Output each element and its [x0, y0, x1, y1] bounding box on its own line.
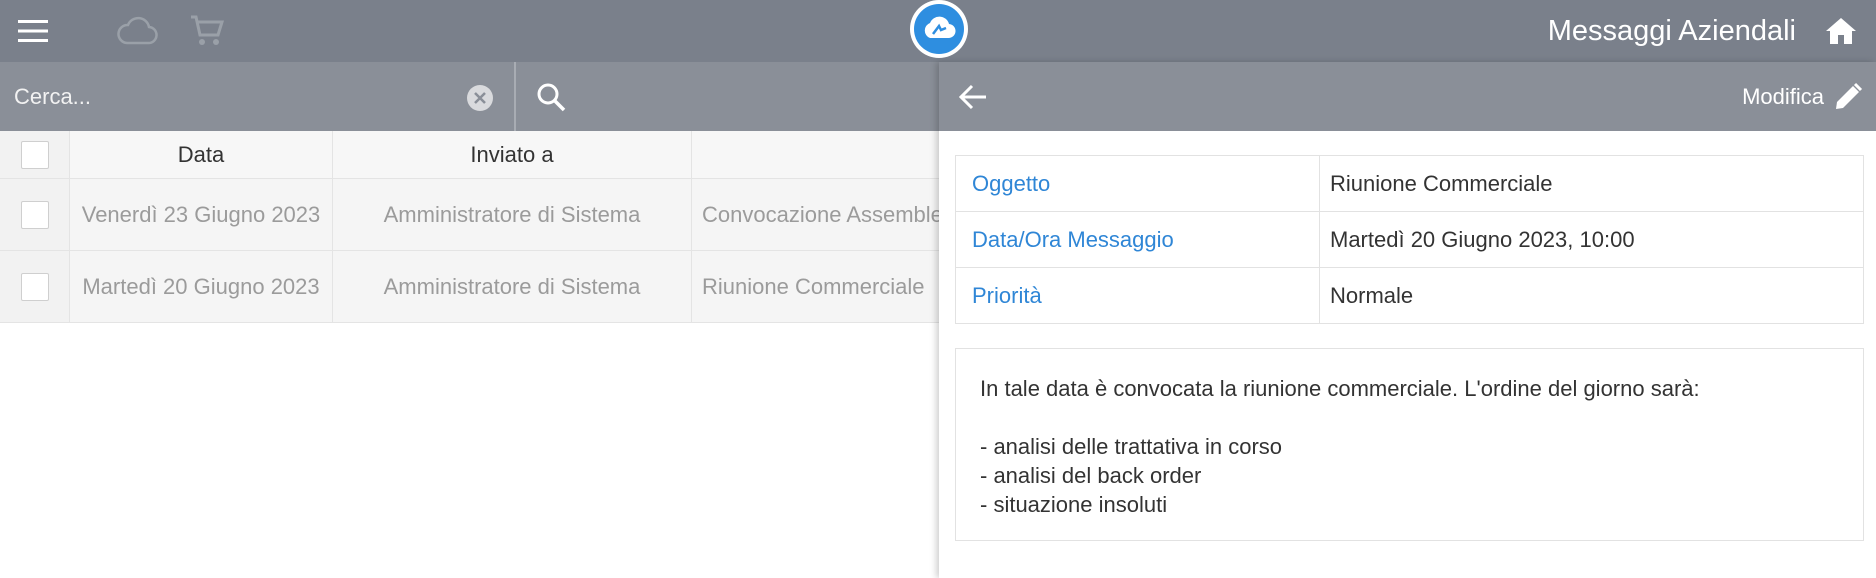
table-row[interactable]: Venerdì 23 Giugno 2023 Amministratore di… [0, 179, 939, 251]
shopping-cart-icon[interactable] [184, 8, 230, 54]
info-value: Normale [1330, 282, 1414, 308]
row-sent-to: Amministratore di Sistema [333, 251, 692, 322]
info-value: Martedì 20 Giugno 2023, 10:00 [1330, 226, 1635, 252]
cloud-outline-icon[interactable] [114, 8, 160, 54]
row-checkbox[interactable] [20, 272, 49, 301]
cloud-logo-icon[interactable] [910, 0, 968, 58]
edit-button-label: Modifica [1742, 84, 1824, 109]
select-all-checkbox[interactable] [20, 140, 49, 169]
search-icon[interactable] [532, 78, 570, 116]
clear-search-icon[interactable] [466, 84, 494, 112]
row-select-cell [0, 179, 70, 250]
top-bar: Messaggi Aziendali [0, 0, 1876, 62]
info-label: Oggetto [956, 156, 1320, 211]
row-subject: Convocazione Assemblea [702, 201, 939, 227]
logo-inner [914, 4, 964, 54]
message-info-table: Oggetto Riunione Commerciale Data/Ora Me… [955, 155, 1864, 324]
detail-toolbar: Modifica [939, 62, 1876, 131]
search-input[interactable] [0, 62, 514, 131]
info-row-subject: Oggetto Riunione Commerciale [956, 156, 1863, 212]
table-row[interactable]: Martedì 20 Giugno 2023 Amministratore di… [0, 251, 939, 323]
column-header-subject[interactable] [692, 131, 939, 178]
message-detail-panel: Modifica Oggetto Riunione Commerciale Da… [939, 62, 1876, 578]
select-all-cell [0, 131, 70, 178]
app-title: Messaggi Aziendali [1547, 15, 1796, 47]
back-arrow-icon[interactable] [953, 77, 993, 117]
search-bar [0, 62, 939, 131]
pencil-icon [1836, 82, 1863, 109]
row-select-cell [0, 251, 70, 322]
info-value: Riunione Commerciale [1330, 170, 1553, 196]
column-header-date[interactable]: Data [70, 131, 333, 178]
search-divider [514, 62, 516, 131]
row-date: Venerdì 23 Giugno 2023 [70, 179, 333, 250]
table-header: Data Inviato a [0, 131, 939, 179]
edit-button[interactable]: Modifica [1742, 74, 1864, 120]
info-row-datetime: Data/Ora Messaggio Martedì 20 Giugno 202… [956, 212, 1863, 268]
info-label: Priorità [956, 268, 1320, 323]
row-checkbox[interactable] [20, 200, 49, 229]
row-sent-to: Amministratore di Sistema [333, 179, 692, 250]
row-subject: Riunione Commerciale [702, 273, 925, 299]
home-icon[interactable] [1818, 8, 1864, 54]
message-body: In tale data è convocata la riunione com… [955, 348, 1864, 541]
column-header-sent-to[interactable]: Inviato a [333, 131, 692, 178]
row-date: Martedì 20 Giugno 2023 [70, 251, 333, 322]
info-row-priority: Priorità Normale [956, 268, 1863, 323]
hamburger-menu-icon[interactable] [10, 8, 56, 54]
info-label: Data/Ora Messaggio [956, 212, 1320, 267]
